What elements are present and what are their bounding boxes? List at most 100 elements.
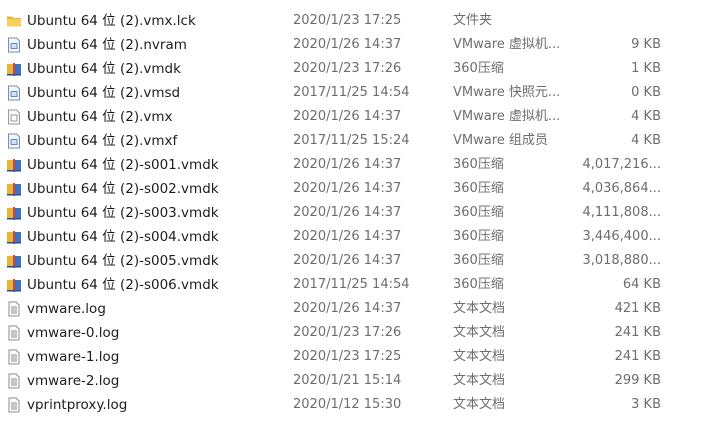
archive-icon-graphic [7, 183, 21, 196]
file-type: 文本文档 [453, 349, 506, 364]
file-name: Ubuntu 64 位 (2).vmdk [27, 61, 181, 77]
file-size: 3 KB [631, 397, 661, 412]
file-date-modified: 2020/1/23 17:25 [293, 13, 402, 28]
file-size: 421 KB [614, 301, 661, 316]
file-name: Ubuntu 64 位 (2)-s001.vmdk [27, 157, 219, 173]
file-date-modified: 2020/1/23 17:26 [293, 61, 402, 76]
file-name: Ubuntu 64 位 (2)-s004.vmdk [27, 229, 219, 245]
text-document-icon [6, 325, 22, 341]
file-row-ubuntu-64-2-s001-vmdk[interactable]: Ubuntu 64 位 (2)-s001.vmdk 2020/1/26 14:37… [0, 153, 718, 177]
file-date-modified: 2020/1/23 17:25 [293, 349, 402, 364]
file-size [560, 9, 661, 33]
file-date-modified: 2020/1/26 14:37 [293, 37, 402, 52]
text-document-icon-graphic [8, 397, 20, 413]
file-row-ubuntu-64-2-vmsd[interactable]: Ubuntu 64 位 (2).vmsd 2017/11/25 14:54 VMwa… [0, 81, 718, 105]
file-size: 4,017,216... [582, 157, 661, 172]
file-name: vmware-1.log [27, 349, 120, 365]
file-type: 文本文档 [453, 373, 506, 388]
file-type: 360压缩 [453, 157, 504, 172]
file-size: 4,036,864... [582, 181, 661, 196]
file-date-modified: 2020/1/26 14:37 [293, 229, 402, 244]
file-row-ubuntu-64-2-vmx[interactable]: Ubuntu 64 位 (2).vmx 2020/1/26 14:37 VMware… [0, 105, 718, 129]
file-size: 4,111,808... [582, 205, 661, 220]
file-name: Ubuntu 64 位 (2)-s006.vmdk [27, 277, 219, 293]
file-size: 299 KB [614, 373, 661, 388]
file-type: 360压缩 [453, 277, 504, 292]
file-size: 241 KB [614, 349, 661, 364]
file-date-modified: 2020/1/21 15:14 [293, 373, 402, 388]
file-size: 1 KB [631, 61, 661, 76]
file-name: Ubuntu 64 位 (2)-s002.vmdk [27, 181, 219, 197]
file-type: 360压缩 [453, 253, 504, 268]
text-document-icon-graphic [8, 373, 20, 389]
file-name: Ubuntu 64 位 (2).nvram [27, 37, 187, 53]
text-document-icon [6, 349, 22, 365]
text-document-icon [6, 397, 22, 413]
file-type: 360压缩 [453, 205, 504, 220]
vmware-config-icon [6, 109, 22, 125]
file-type: VMware 快照元... [453, 85, 561, 100]
file-row-vmware-log[interactable]: vmware.log 2020/1/26 14:37 文本文档 421 KB [0, 297, 718, 321]
archive-icon-graphic [7, 255, 21, 268]
file-row-vmware-0-log[interactable]: vmware-0.log 2020/1/23 17:26 文本文档 241 KB [0, 321, 718, 345]
archive-icon [6, 181, 22, 197]
archive-icon-graphic [7, 207, 21, 220]
archive-icon [6, 205, 22, 221]
file-size: 64 KB [622, 277, 661, 292]
archive-icon-graphic [7, 159, 21, 172]
file-name: Ubuntu 64 位 (2)-s005.vmdk [27, 253, 219, 269]
file-date-modified: 2020/1/26 14:37 [293, 205, 402, 220]
file-row-ubuntu-64-2-s002-vmdk[interactable]: Ubuntu 64 位 (2)-s002.vmdk 2020/1/26 14:37… [0, 177, 718, 201]
vmware-file-icon [6, 85, 22, 101]
file-size: 4 KB [631, 133, 661, 148]
vmware-file-icon-graphic [8, 85, 20, 101]
archive-icon-graphic [7, 63, 21, 76]
file-type: 文件夹 [453, 13, 493, 28]
file-date-modified: 2020/1/26 14:37 [293, 157, 402, 172]
vmware-file-icon [6, 133, 22, 149]
text-document-icon [6, 373, 22, 389]
text-document-icon [6, 301, 22, 317]
file-type: 文本文档 [453, 325, 506, 340]
file-date-modified: 2020/1/26 14:37 [293, 253, 402, 268]
file-row-vmware-1-log[interactable]: vmware-1.log 2020/1/23 17:25 文本文档 241 KB [0, 345, 718, 369]
file-name: vmware-2.log [27, 373, 120, 389]
file-type: 360压缩 [453, 229, 504, 244]
file-row-ubuntu-64-2-vmdk[interactable]: Ubuntu 64 位 (2).vmdk 2020/1/23 17:26 360压缩… [0, 57, 718, 81]
file-type: 360压缩 [453, 181, 504, 196]
file-size: 3,446,400... [582, 229, 661, 244]
file-name: vprintproxy.log [27, 397, 128, 413]
file-date-modified: 2020/1/26 14:37 [293, 301, 402, 316]
file-date-modified: 2017/11/25 14:54 [293, 277, 410, 292]
file-name: Ubuntu 64 位 (2).vmx.lck [27, 13, 196, 29]
file-date-modified: 2017/11/25 14:54 [293, 85, 410, 100]
file-size: 3,018,880... [582, 253, 661, 268]
file-name: Ubuntu 64 位 (2).vmsd [27, 85, 181, 101]
file-row-ubuntu-64-2-vmxf[interactable]: Ubuntu 64 位 (2).vmxf 2017/11/25 15:24 VMwa… [0, 129, 718, 153]
file-type: VMware 虚拟机... [453, 109, 561, 124]
file-row-vprintproxy-log[interactable]: vprintproxy.log 2020/1/12 15:30 文本文档 3 KB [0, 393, 718, 417]
file-type: 360压缩 [453, 61, 504, 76]
file-type: 文本文档 [453, 397, 506, 412]
file-row-ubuntu-64-2-s006-vmdk[interactable]: Ubuntu 64 位 (2)-s006.vmdk 2017/11/25 14:5… [0, 273, 718, 297]
file-date-modified: 2020/1/12 15:30 [293, 397, 402, 412]
vmware-file-icon-graphic [8, 133, 20, 149]
folder-icon-graphic [7, 16, 21, 27]
text-document-icon-graphic [8, 349, 20, 365]
file-name: vmware.log [27, 301, 106, 317]
vmware-file-icon [6, 37, 22, 53]
file-list: Ubuntu 64 位 (2).vmx.lck 2020/1/23 17:25 文件… [0, 0, 718, 428]
file-row-vmware-2-log[interactable]: vmware-2.log 2020/1/21 15:14 文本文档 299 KB [0, 369, 718, 393]
file-row-ubuntu-64-2-vmx-lck[interactable]: Ubuntu 64 位 (2).vmx.lck 2020/1/23 17:25 文件… [0, 9, 718, 33]
folder-icon [6, 13, 22, 29]
file-row-ubuntu-64-2-s003-vmdk[interactable]: Ubuntu 64 位 (2)-s003.vmdk 2020/1/26 14:37… [0, 201, 718, 225]
file-size: 241 KB [614, 325, 661, 340]
file-row-ubuntu-64-2-nvram[interactable]: Ubuntu 64 位 (2).nvram 2020/1/26 14:37 VMwa… [0, 33, 718, 57]
file-date-modified: 2017/11/25 15:24 [293, 133, 410, 148]
file-row-ubuntu-64-2-s005-vmdk[interactable]: Ubuntu 64 位 (2)-s005.vmdk 2020/1/26 14:37… [0, 249, 718, 273]
file-type: 文本文档 [453, 301, 506, 316]
file-date-modified: 2020/1/26 14:37 [293, 109, 402, 124]
file-row-ubuntu-64-2-s004-vmdk[interactable]: Ubuntu 64 位 (2)-s004.vmdk 2020/1/26 14:37… [0, 225, 718, 249]
vmware-file-icon-graphic [8, 37, 20, 53]
file-date-modified: 2020/1/23 17:26 [293, 325, 402, 340]
